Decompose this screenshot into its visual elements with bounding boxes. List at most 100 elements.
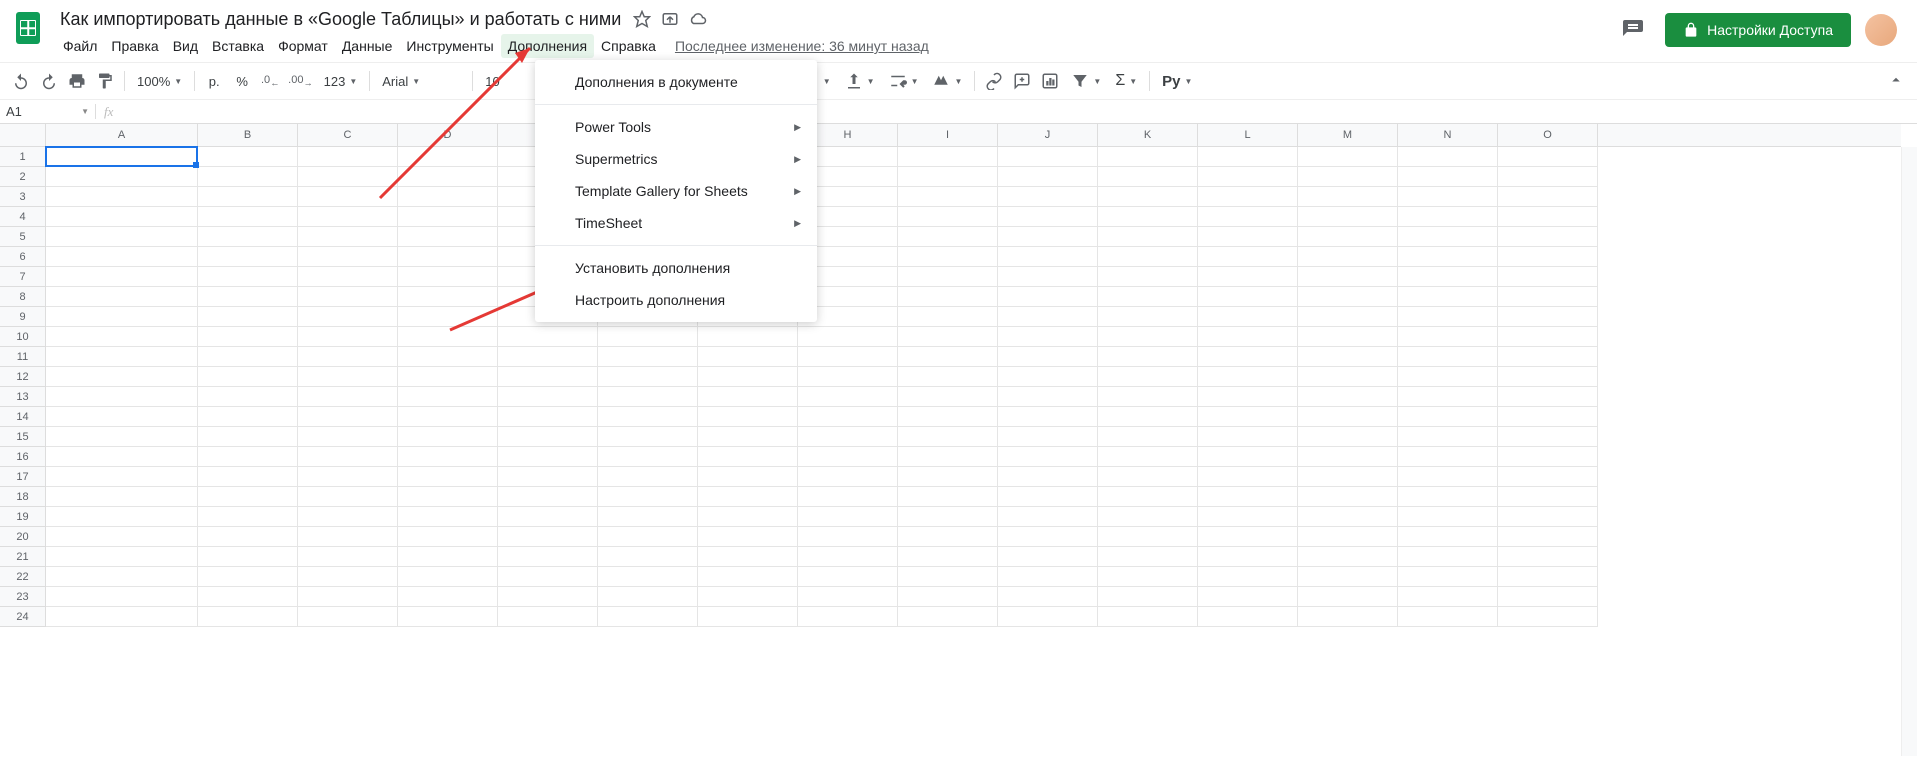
cell[interactable] (1098, 367, 1198, 387)
cell[interactable] (1298, 407, 1398, 427)
wrap-dropdown[interactable]: ▼ (883, 72, 925, 90)
cell[interactable] (1498, 587, 1598, 607)
cell[interactable] (1298, 347, 1398, 367)
cell[interactable] (46, 407, 198, 427)
cell[interactable] (1498, 347, 1598, 367)
cell[interactable] (1298, 507, 1398, 527)
vertical-scrollbar[interactable] (1901, 147, 1917, 756)
cell[interactable] (798, 327, 898, 347)
link-button[interactable] (981, 68, 1007, 94)
cell[interactable] (298, 227, 398, 247)
cell[interactable] (1398, 487, 1498, 507)
cell[interactable] (198, 547, 298, 567)
cell[interactable] (598, 507, 698, 527)
cell[interactable] (1198, 187, 1298, 207)
last-edit-link[interactable]: Последнее изменение: 36 минут назад (675, 38, 929, 54)
currency-button[interactable]: р. (201, 68, 227, 94)
row-header-10[interactable]: 10 (0, 327, 45, 347)
comment-button[interactable] (1009, 68, 1035, 94)
cell[interactable] (1298, 247, 1398, 267)
cell[interactable] (198, 387, 298, 407)
move-icon[interactable] (661, 10, 679, 28)
cell[interactable] (398, 407, 498, 427)
cell[interactable] (498, 447, 598, 467)
cell[interactable] (46, 167, 198, 187)
row-header-14[interactable]: 14 (0, 407, 45, 427)
cell[interactable] (1198, 587, 1298, 607)
cell[interactable] (1398, 387, 1498, 407)
cell[interactable] (46, 187, 198, 207)
cell[interactable] (1098, 607, 1198, 627)
cell[interactable] (398, 567, 498, 587)
cell[interactable] (898, 607, 998, 627)
cell[interactable] (598, 467, 698, 487)
cell[interactable] (598, 527, 698, 547)
cell[interactable] (1398, 247, 1498, 267)
select-all-corner[interactable] (0, 124, 46, 147)
col-header-C[interactable]: C (298, 124, 398, 146)
col-header-N[interactable]: N (1398, 124, 1498, 146)
cell[interactable] (1498, 187, 1598, 207)
cell[interactable] (1198, 607, 1298, 627)
cell[interactable] (998, 327, 1098, 347)
cell[interactable] (198, 267, 298, 287)
cell[interactable] (1098, 387, 1198, 407)
cell[interactable] (998, 427, 1098, 447)
cell[interactable] (498, 507, 598, 527)
share-button[interactable]: Настройки Доступа (1665, 13, 1851, 47)
row-header-3[interactable]: 3 (0, 187, 45, 207)
cell[interactable] (998, 607, 1098, 627)
cell[interactable] (198, 447, 298, 467)
cell[interactable] (1298, 227, 1398, 247)
cell[interactable] (198, 287, 298, 307)
cell[interactable] (1098, 227, 1198, 247)
cell[interactable] (398, 387, 498, 407)
cell[interactable] (1298, 527, 1398, 547)
cell[interactable] (798, 547, 898, 567)
cell[interactable] (1498, 447, 1598, 467)
cell[interactable] (698, 327, 798, 347)
cell[interactable] (298, 367, 398, 387)
cell[interactable] (998, 447, 1098, 467)
cell[interactable] (798, 527, 898, 547)
percent-button[interactable]: % (229, 68, 255, 94)
row-header-17[interactable]: 17 (0, 467, 45, 487)
cell[interactable] (1298, 467, 1398, 487)
cell[interactable] (898, 207, 998, 227)
cell[interactable] (898, 587, 998, 607)
cell[interactable] (398, 267, 498, 287)
cell[interactable] (298, 547, 398, 567)
cell[interactable] (1098, 187, 1198, 207)
cell[interactable] (898, 227, 998, 247)
cell[interactable] (498, 347, 598, 367)
cell[interactable] (998, 547, 1098, 567)
cell[interactable] (1398, 587, 1498, 607)
cell[interactable] (598, 387, 698, 407)
cell[interactable] (1298, 147, 1398, 167)
cell[interactable] (1098, 567, 1198, 587)
cell[interactable] (1098, 487, 1198, 507)
doc-title[interactable]: Как импортировать данные в «Google Табли… (56, 7, 625, 32)
cell[interactable] (198, 147, 298, 167)
cell[interactable] (198, 587, 298, 607)
cell[interactable] (1398, 567, 1498, 587)
cell[interactable] (998, 467, 1098, 487)
cell[interactable] (1298, 187, 1398, 207)
row-header-2[interactable]: 2 (0, 167, 45, 187)
cell[interactable] (898, 567, 998, 587)
cell[interactable] (398, 327, 498, 347)
cell[interactable] (1198, 247, 1298, 267)
cell[interactable] (1198, 227, 1298, 247)
cell[interactable] (298, 147, 398, 167)
cell[interactable] (1198, 267, 1298, 287)
cell[interactable] (1398, 467, 1498, 487)
cell[interactable] (198, 607, 298, 627)
name-box[interactable]: A1 ▼ (0, 104, 96, 119)
cell[interactable] (1298, 167, 1398, 187)
row-header-12[interactable]: 12 (0, 367, 45, 387)
cell[interactable] (46, 427, 198, 447)
cell[interactable] (1298, 567, 1398, 587)
cell[interactable] (1098, 307, 1198, 327)
cell[interactable] (298, 207, 398, 227)
cell[interactable] (698, 527, 798, 547)
